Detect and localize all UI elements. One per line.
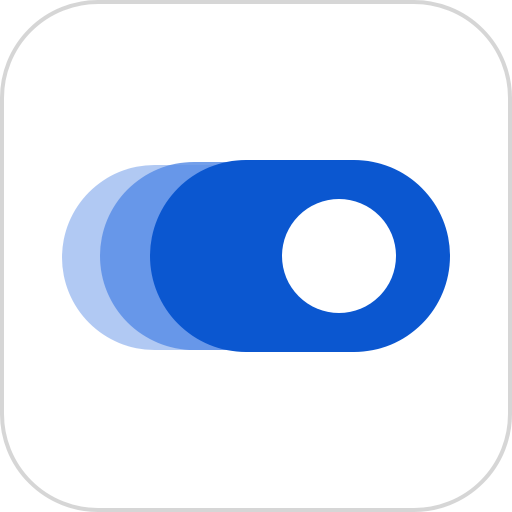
app-icon-tile[interactable]: [0, 0, 512, 512]
switch-knob: [282, 199, 396, 313]
toggle-switch-icon: [0, 0, 512, 512]
app-icon-canvas: [0, 0, 512, 512]
